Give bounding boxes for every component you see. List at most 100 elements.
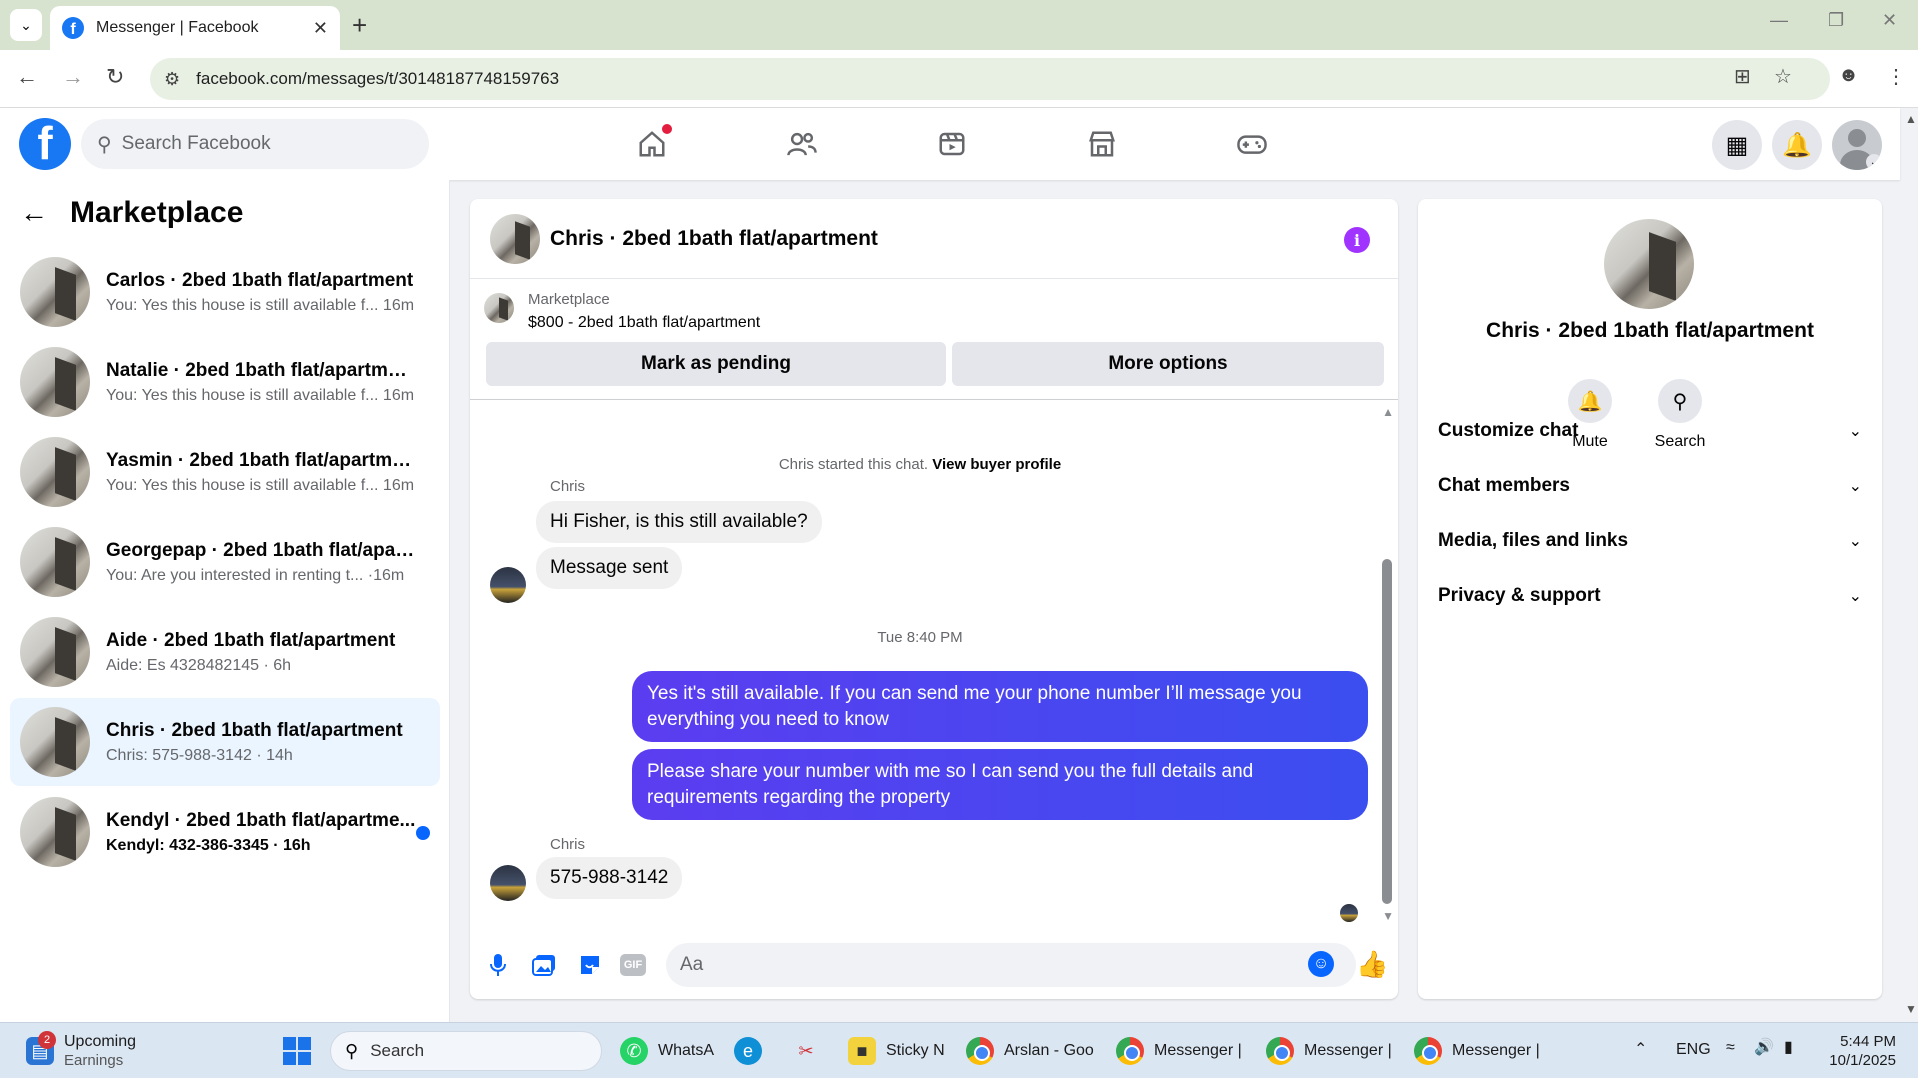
url-bar[interactable]: ⚙ facebook.com/messages/t/30148187748159…: [150, 58, 1830, 100]
gif-icon[interactable]: GIF: [620, 954, 646, 976]
divider: [470, 399, 1398, 400]
video-icon[interactable]: [932, 124, 972, 164]
chat-scroll-down-icon[interactable]: ▼: [1382, 909, 1394, 923]
chevron-up-icon[interactable]: ⌃: [1634, 1039, 1647, 1059]
photo-icon[interactable]: [530, 951, 558, 979]
tab-title: Messenger | Facebook: [96, 19, 259, 36]
account-icon[interactable]: ⌄: [1832, 120, 1882, 170]
microphone-icon[interactable]: [484, 951, 512, 979]
facebook-logo[interactable]: f: [19, 118, 71, 170]
chat-header: Chris · 2bed 1bath flat/apartment i: [470, 199, 1398, 279]
message-input[interactable]: Aa: [666, 943, 1356, 987]
sticker-icon[interactable]: [576, 951, 604, 979]
gaming-icon[interactable]: [1232, 124, 1272, 164]
outgoing-message[interactable]: Please share your number with me so I ca…: [632, 749, 1368, 821]
sender-avatar[interactable]: [490, 865, 526, 901]
reload-icon[interactable]: ↻: [106, 64, 124, 90]
conversation-item[interactable]: Carlos · 2bed 1bath flat/apartment You: …: [10, 248, 440, 336]
incoming-message[interactable]: 575-988-3142: [536, 857, 683, 899]
facebook-search-input[interactable]: ⚲ Search Facebook: [81, 119, 429, 169]
forward-icon[interactable]: →: [62, 64, 84, 90]
windows-taskbar: ▤ 2 Upcoming Earnings ⚲ Search ✆ WhatsA …: [0, 1022, 1918, 1078]
taskbar-app-label: WhatsA: [658, 1042, 715, 1059]
widgets-button[interactable]: ▤ 2 Upcoming Earnings: [26, 1031, 136, 1071]
install-icon[interactable]: ⊞: [1734, 64, 1751, 89]
profile-icon[interactable]: ☻: [1838, 64, 1859, 87]
conversation-name: Natalie · 2bed 1bath flat/apartment: [106, 359, 416, 381]
section-label: Media, files and links: [1438, 530, 1629, 551]
chevron-down-icon: ⌄: [1866, 154, 1882, 170]
taskbar-app-whatsapp[interactable]: ✆ WhatsA: [620, 1031, 714, 1071]
conversation-snippet: You: Are you interested in renting t... …: [106, 566, 405, 584]
like-icon[interactable]: 👍: [1356, 949, 1388, 980]
chat-avatar[interactable]: [490, 213, 540, 264]
view-buyer-profile-link[interactable]: View buyer profile: [932, 456, 1061, 473]
notifications-icon[interactable]: 🔔: [1772, 120, 1822, 170]
edge-icon: e: [734, 1037, 762, 1065]
language-indicator[interactable]: ENG: [1676, 1041, 1711, 1059]
browser-tab[interactable]: f Messenger | Facebook ✕: [50, 6, 340, 50]
facebook-header: f ⚲ Search Facebook ▦ 🔔 ⌄: [0, 108, 1900, 180]
search-icon: ⚲: [97, 133, 112, 156]
conversation-item-active[interactable]: Chris · 2bed 1bath flat/apartment Chris:…: [10, 698, 440, 786]
back-arrow-icon[interactable]: ←: [20, 197, 48, 229]
apps-grid-icon[interactable]: ▦: [1712, 120, 1762, 170]
taskbar-app-label: Messenger |: [1452, 1042, 1540, 1059]
marketplace-listing-banner[interactable]: Marketplace $800 - 2bed 1bath flat/apart…: [484, 291, 760, 332]
star-icon[interactable]: ☆: [1774, 64, 1792, 89]
conversation-item[interactable]: Aide · 2bed 1bath flat/apartment Aide: E…: [10, 608, 440, 696]
address-bar-row: ← → ↻ ⚙ facebook.com/messages/t/30148187…: [0, 50, 1918, 108]
conversation-item[interactable]: Natalie · 2bed 1bath flat/apartment You:…: [10, 338, 440, 426]
incoming-message[interactable]: Hi Fisher, is this still available?: [536, 501, 822, 543]
restore-icon[interactable]: ❐: [1828, 10, 1844, 31]
conversation-item[interactable]: Yasmin · 2bed 1bath flat/apartment You: …: [10, 428, 440, 516]
minimize-icon[interactable]: —: [1770, 10, 1788, 31]
outgoing-message[interactable]: Yes it's still available. If you can sen…: [632, 671, 1368, 743]
page-scroll-up-icon[interactable]: ▲: [1905, 112, 1917, 126]
facebook-favicon: f: [62, 17, 84, 39]
menu-icon[interactable]: ⋮: [1886, 64, 1906, 89]
conversation-item[interactable]: Kendyl · 2bed 1bath flat/apartme... Kend…: [10, 788, 440, 876]
taskbar-clock[interactable]: 5:44 PM 10/1/2025: [1829, 1032, 1896, 1070]
wifi-icon[interactable]: ≈: [1726, 1039, 1735, 1057]
friends-icon[interactable]: [782, 124, 822, 164]
close-icon[interactable]: ✕: [313, 18, 328, 39]
media-files-links-section[interactable]: Media, files and links ⌄: [1438, 521, 1862, 561]
taskbar-app-chrome[interactable]: Messenger |: [1266, 1031, 1392, 1071]
chat-scrollbar[interactable]: [1382, 559, 1392, 904]
taskbar-search-input[interactable]: ⚲ Search: [330, 1031, 602, 1071]
chat-scroll-up-icon[interactable]: ▲: [1382, 405, 1394, 419]
widget-title: Upcoming: [64, 1033, 137, 1050]
window-close-icon[interactable]: ✕: [1882, 10, 1897, 31]
marketplace-icon[interactable]: [1082, 124, 1122, 164]
chrome-icon: [1116, 1037, 1144, 1065]
page-scroll-down-icon[interactable]: ▼: [1905, 1002, 1917, 1016]
taskbar-app-sticky-notes[interactable]: ■ Sticky N: [848, 1031, 945, 1071]
message-composer: GIF Aa ☺ 👍: [470, 939, 1398, 999]
chat-members-section[interactable]: Chat members ⌄: [1438, 466, 1862, 506]
privacy-support-section[interactable]: Privacy & support ⌄: [1438, 576, 1862, 616]
emoji-icon[interactable]: ☺: [1308, 951, 1334, 977]
sender-avatar[interactable]: [490, 567, 526, 603]
conversation-avatar[interactable]: [1604, 219, 1694, 309]
widget-subtitle: Earnings: [64, 1052, 124, 1069]
chat-title[interactable]: Chris · 2bed 1bath flat/apartment: [550, 227, 878, 251]
taskbar-app-chrome[interactable]: Arslan - Goo: [966, 1031, 1094, 1071]
incoming-message[interactable]: Message sent: [536, 547, 683, 589]
info-icon[interactable]: i: [1344, 227, 1370, 253]
more-options-button[interactable]: More options: [952, 342, 1384, 386]
site-settings-icon[interactable]: ⚙: [164, 69, 180, 90]
taskbar-app-snipping[interactable]: ✂: [792, 1031, 830, 1071]
battery-icon[interactable]: ▮: [1784, 1037, 1793, 1057]
taskbar-app-chrome[interactable]: Messenger |: [1414, 1031, 1540, 1071]
back-icon[interactable]: ←: [16, 64, 38, 90]
customize-chat-section[interactable]: Customize chat ⌄: [1438, 411, 1862, 451]
start-button[interactable]: [282, 1031, 312, 1071]
volume-icon[interactable]: 🔊: [1754, 1037, 1774, 1057]
taskbar-app-chrome[interactable]: Messenger |: [1116, 1031, 1242, 1071]
plus-icon[interactable]: +: [352, 10, 367, 41]
mark-as-pending-button[interactable]: Mark as pending: [486, 342, 946, 386]
conversation-item[interactable]: Georgepap · 2bed 1bath flat/apart... You…: [10, 518, 440, 606]
tab-dropdown-icon[interactable]: ⌄: [10, 9, 42, 41]
taskbar-app-edge[interactable]: e: [734, 1031, 772, 1071]
